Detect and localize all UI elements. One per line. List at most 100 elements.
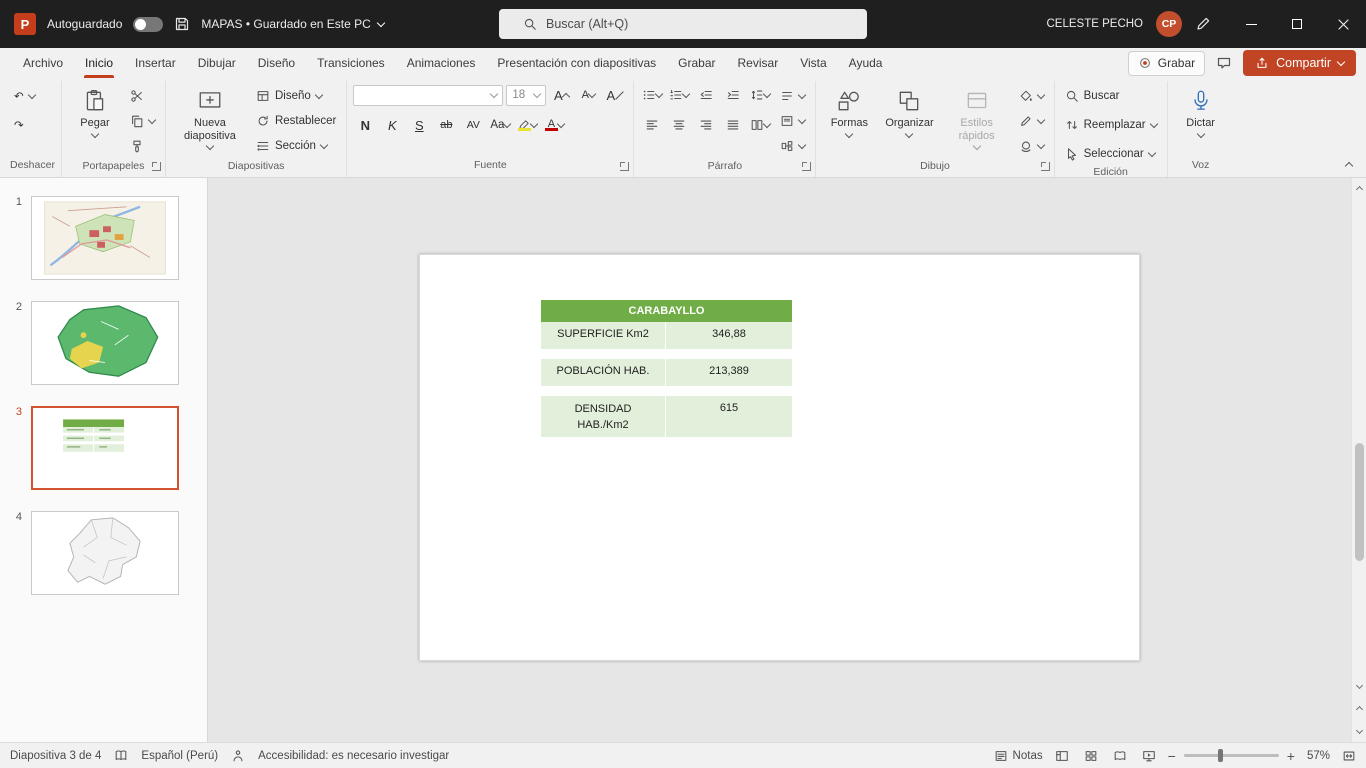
pegar-button[interactable]: Pegar bbox=[68, 83, 122, 139]
save-icon[interactable] bbox=[174, 16, 190, 32]
tab-archivo[interactable]: Archivo bbox=[12, 48, 74, 78]
shape-outline-button[interactable] bbox=[1015, 108, 1048, 133]
avatar[interactable]: CP bbox=[1156, 11, 1182, 37]
maximize-button[interactable] bbox=[1274, 0, 1320, 48]
next-slide-button[interactable] bbox=[1355, 724, 1363, 738]
tab-presentacion[interactable]: Presentación con diapositivas bbox=[486, 48, 667, 78]
columns-button[interactable] bbox=[748, 113, 772, 137]
pen-mode-icon[interactable] bbox=[1195, 16, 1211, 32]
tab-animaciones[interactable]: Animaciones bbox=[396, 48, 487, 78]
tab-grabar[interactable]: Grabar bbox=[667, 48, 726, 78]
diseno-button[interactable]: Diseño bbox=[252, 83, 326, 108]
fuente-dialog-launcher-icon[interactable] bbox=[620, 162, 630, 171]
buscar-button[interactable]: Buscar bbox=[1061, 83, 1124, 108]
align-text-button[interactable] bbox=[776, 108, 809, 133]
tab-inicio[interactable]: Inicio bbox=[74, 48, 124, 78]
tab-dibujar[interactable]: Dibujar bbox=[187, 48, 247, 78]
cut-button[interactable] bbox=[126, 83, 148, 108]
table-cell-label[interactable]: SUPERFICIE Km2 bbox=[541, 322, 666, 349]
tab-diseno[interactable]: Diseño bbox=[247, 48, 306, 78]
slide-counter[interactable]: Diapositiva 3 de 4 bbox=[10, 750, 101, 762]
scrollbar-thumb[interactable] bbox=[1355, 443, 1364, 561]
grow-font-button[interactable]: A bbox=[549, 83, 573, 107]
comments-icon[interactable] bbox=[1216, 55, 1232, 71]
organizar-button[interactable]: Organizar bbox=[880, 83, 938, 139]
editor-canvas[interactable]: CARABAYLLO SUPERFICIE Km2 346,88 POBLACI… bbox=[208, 178, 1351, 742]
table-cell-label[interactable]: DENSIDAD HAB./Km2 bbox=[541, 396, 666, 437]
table-cell-value[interactable]: 615 bbox=[666, 396, 792, 437]
decrease-indent-button[interactable] bbox=[694, 83, 718, 107]
nueva-diapositiva-button[interactable]: Nueva diapositiva bbox=[172, 83, 248, 151]
formas-button[interactable]: Formas bbox=[822, 83, 876, 139]
convert-to-smartart-button[interactable] bbox=[776, 133, 809, 158]
shrink-font-button[interactable]: A bbox=[576, 83, 600, 107]
tab-ayuda[interactable]: Ayuda bbox=[838, 48, 894, 78]
undo-button[interactable]: ↶ bbox=[10, 83, 39, 108]
reading-view-icon[interactable] bbox=[1113, 749, 1127, 763]
underline-button[interactable]: S bbox=[407, 113, 431, 137]
bold-button[interactable]: N bbox=[353, 113, 377, 137]
autosave-toggle[interactable] bbox=[133, 16, 164, 32]
dibujo-dialog-launcher-icon[interactable] bbox=[1040, 162, 1050, 171]
copy-button[interactable] bbox=[126, 108, 159, 133]
district-table[interactable]: CARABAYLLO SUPERFICIE Km2 346,88 POBLACI… bbox=[541, 300, 792, 437]
accessibility-person-icon[interactable] bbox=[231, 749, 245, 763]
tab-vista[interactable]: Vista bbox=[789, 48, 837, 78]
slide-thumbnail-2[interactable] bbox=[31, 301, 179, 385]
highlight-color-button[interactable] bbox=[515, 113, 539, 137]
zoom-slider-thumb[interactable] bbox=[1217, 749, 1223, 762]
redo-button[interactable]: ↷ bbox=[10, 112, 28, 137]
seleccionar-button[interactable]: Seleccionar bbox=[1061, 141, 1159, 166]
slide-thumbnail-3-selected[interactable] bbox=[31, 406, 179, 490]
bullets-button[interactable] bbox=[640, 83, 664, 107]
align-center-button[interactable] bbox=[667, 113, 691, 137]
slide-thumbnail-1[interactable] bbox=[31, 196, 179, 280]
text-direction-button[interactable] bbox=[776, 83, 809, 108]
document-title[interactable]: MAPAS • Guardado en Este PC bbox=[201, 17, 386, 31]
table-title[interactable]: CARABAYLLO bbox=[541, 300, 792, 322]
seccion-button[interactable]: Sección bbox=[252, 133, 331, 158]
minimize-button[interactable] bbox=[1228, 0, 1274, 48]
numbering-button[interactable] bbox=[667, 83, 691, 107]
zoom-level[interactable]: 57% bbox=[1307, 750, 1330, 762]
search-box[interactable]: Buscar (Alt+Q) bbox=[499, 9, 867, 39]
collapse-ribbon-button[interactable] bbox=[1344, 161, 1354, 171]
justify-button[interactable] bbox=[721, 113, 745, 137]
font-name-combo[interactable] bbox=[353, 84, 504, 106]
change-case-button[interactable]: Aa bbox=[488, 113, 512, 137]
font-color-button[interactable]: A bbox=[542, 113, 566, 137]
scrollbar-track[interactable] bbox=[1352, 195, 1366, 679]
user-name[interactable]: CELESTE PECHO bbox=[1047, 18, 1144, 30]
estilos-rapidos-button[interactable]: Estilos rápidos bbox=[943, 83, 1011, 151]
close-button[interactable] bbox=[1320, 0, 1366, 48]
normal-view-icon[interactable] bbox=[1055, 749, 1069, 763]
fit-slide-icon[interactable] bbox=[1342, 749, 1356, 763]
previous-slide-button[interactable] bbox=[1355, 701, 1363, 715]
grabar-button[interactable]: Grabar bbox=[1127, 50, 1206, 76]
accessibility-status[interactable]: Accesibilidad: es necesario investigar bbox=[258, 750, 449, 762]
spellcheck-book-icon[interactable] bbox=[114, 749, 128, 763]
clear-formatting-button[interactable]: A bbox=[603, 83, 627, 107]
increase-indent-button[interactable] bbox=[721, 83, 745, 107]
slide-thumbnail-4[interactable] bbox=[31, 511, 179, 595]
zoom-slider[interactable] bbox=[1183, 749, 1279, 762]
table-cell-value[interactable]: 213,389 bbox=[666, 359, 792, 386]
slide-3-canvas[interactable]: CARABAYLLO SUPERFICIE Km2 346,88 POBLACI… bbox=[419, 254, 1140, 661]
slide-sorter-icon[interactable] bbox=[1084, 749, 1098, 763]
parrafo-dialog-launcher-icon[interactable] bbox=[802, 162, 812, 171]
align-right-button[interactable] bbox=[694, 113, 718, 137]
shape-effects-button[interactable] bbox=[1015, 133, 1048, 158]
reemplazar-button[interactable]: Reemplazar bbox=[1061, 112, 1161, 137]
dictar-button[interactable]: Dictar bbox=[1174, 83, 1228, 139]
zoom-in-button[interactable]: + bbox=[1287, 749, 1295, 763]
tab-insertar[interactable]: Insertar bbox=[124, 48, 187, 78]
shape-fill-button[interactable] bbox=[1015, 83, 1048, 108]
table-cell-value[interactable]: 346,88 bbox=[666, 322, 792, 349]
tab-revisar[interactable]: Revisar bbox=[727, 48, 790, 78]
notes-button[interactable]: Notas bbox=[994, 749, 1043, 763]
compartir-button[interactable]: Compartir bbox=[1243, 50, 1356, 76]
language-status[interactable]: Español (Perú) bbox=[141, 750, 218, 762]
align-left-button[interactable] bbox=[640, 113, 664, 137]
format-painter-button[interactable] bbox=[126, 133, 148, 158]
vertical-scrollbar[interactable] bbox=[1351, 178, 1366, 742]
